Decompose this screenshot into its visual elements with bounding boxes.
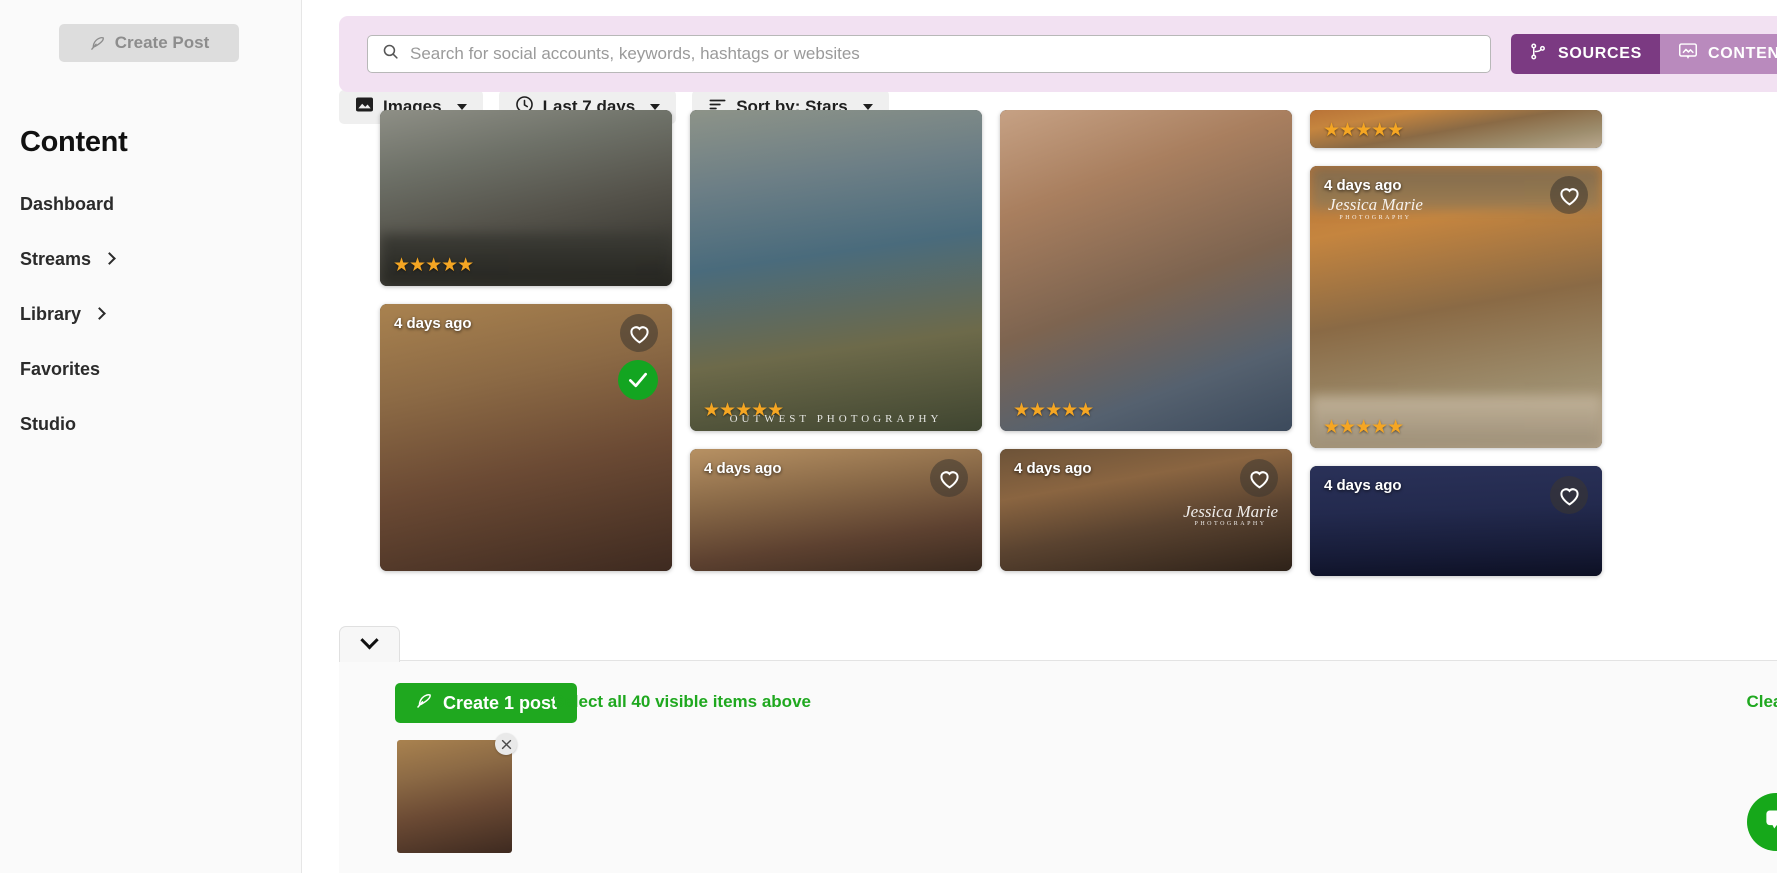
- search-header: SOURCES CONTENT: [339, 16, 1777, 92]
- create-post-label: Create Post: [114, 33, 210, 52]
- content-card[interactable]: 4 days ago Jessica Marie PHOTOGRAPHY: [1000, 449, 1292, 571]
- sidebar-item-label: Favorites: [20, 358, 101, 379]
- sidebar-item-dashboard[interactable]: Dashboard: [20, 190, 270, 218]
- selection-action-bar: Create 1 post Select all 40 visible item…: [339, 660, 1777, 873]
- grid-column: ★★★★★ 4 days ago: [380, 110, 672, 576]
- card-image: [1000, 110, 1292, 431]
- sidebar-item-favorites[interactable]: Favorites: [20, 355, 270, 383]
- tab-label: CONTENT: [1708, 45, 1777, 62]
- feather-icon: [415, 692, 433, 715]
- content-card[interactable]: 4 days ago: [1310, 466, 1602, 576]
- view-toggle-group: SOURCES CONTENT: [1511, 34, 1777, 74]
- chevron-right-icon: [103, 252, 116, 265]
- remove-selected-thumbnail-button[interactable]: [495, 733, 517, 755]
- page-title: Content: [20, 126, 128, 158]
- grid-column: ★★★★★ OUTWEST PHOTOGRAPHY 4 days ago: [690, 110, 982, 576]
- selected-thumbnail[interactable]: [397, 740, 512, 853]
- content-card-selected[interactable]: 4 days ago: [380, 304, 672, 571]
- grid-column: ★★★★★ 4 days ago Jessica Marie PHOTOGRAPH…: [1000, 110, 1292, 576]
- chat-support-button[interactable]: [1747, 793, 1777, 851]
- star-rating: ★★★★★: [1013, 400, 1094, 421]
- sidebar-nav: Dashboard Streams Library Favorites Stud…: [20, 190, 270, 465]
- create-post-submit-button[interactable]: Create 1 post: [395, 683, 578, 723]
- favorite-heart-icon[interactable]: [1550, 476, 1588, 514]
- star-rating: ★★★★★: [393, 255, 474, 276]
- app-root: Create Post Content Dashboard Streams Li…: [0, 0, 1777, 873]
- content-card[interactable]: 4 days ago Jessica Marie PHOTOGRAPHY ★★★★…: [1310, 166, 1602, 448]
- favorite-heart-icon[interactable]: [930, 459, 968, 497]
- search-icon: [382, 43, 399, 65]
- image-icon: [1678, 42, 1698, 66]
- tab-label: SOURCES: [1558, 45, 1643, 62]
- card-image: [690, 110, 982, 431]
- branch-icon: [1529, 42, 1548, 66]
- sidebar-item-label: Studio: [20, 413, 76, 434]
- card-date-badge: 4 days ago: [1324, 477, 1402, 494]
- content-card[interactable]: ★★★★★: [1000, 110, 1292, 431]
- content-grid: ★★★★★ 4 days ago ★★★★★ OUTWEST PHOTOGRAP…: [339, 110, 1777, 670]
- card-date-badge: 4 days ago: [704, 460, 782, 477]
- content-card[interactable]: ★★★★★: [1310, 110, 1602, 148]
- favorite-heart-icon[interactable]: [620, 314, 658, 352]
- card-date-badge: 4 days ago: [1014, 460, 1092, 477]
- card-watermark: Jessica Marie PHOTOGRAPHY: [1328, 195, 1423, 221]
- sidebar-item-streams[interactable]: Streams: [20, 245, 270, 273]
- search-box[interactable]: [367, 35, 1491, 73]
- grid-column: ★★★★★ 4 days ago Jessica Marie PHOTOGRAP…: [1310, 110, 1602, 576]
- sidebar-item-label: Streams: [20, 248, 92, 269]
- sidebar-item-studio[interactable]: Studio: [20, 410, 270, 438]
- sidebar: Create Post Content Dashboard Streams Li…: [0, 0, 302, 873]
- chat-icon: [1763, 806, 1777, 838]
- tab-content[interactable]: CONTENT: [1660, 34, 1777, 74]
- selected-check-icon[interactable]: [618, 360, 658, 400]
- main-content: Images Last 7 days Sort by: Stars ★★★★★ …: [302, 0, 1777, 873]
- sidebar-item-label: Library: [20, 303, 82, 324]
- sidebar-item-label: Dashboard: [20, 193, 115, 214]
- star-rating: ★★★★★: [1323, 417, 1404, 438]
- create-post-button[interactable]: Create Post: [59, 24, 239, 62]
- favorite-heart-icon[interactable]: [1240, 459, 1278, 497]
- star-rating: ★★★★★: [1323, 120, 1404, 141]
- create-post-submit-label: Create 1 post: [443, 692, 558, 713]
- card-date-badge: 4 days ago: [394, 315, 472, 332]
- card-date-badge: 4 days ago: [1324, 177, 1402, 194]
- feather-icon: [89, 35, 106, 52]
- content-card[interactable]: ★★★★★ OUTWEST PHOTOGRAPHY: [690, 110, 982, 431]
- content-card[interactable]: 4 days ago: [690, 449, 982, 571]
- sidebar-item-library[interactable]: Library: [20, 300, 270, 328]
- favorite-heart-icon[interactable]: [1550, 176, 1588, 214]
- star-rating: ★★★★★: [703, 400, 784, 421]
- scroll-down-button[interactable]: [339, 626, 400, 662]
- card-watermark: Jessica Marie PHOTOGRAPHY: [1183, 501, 1278, 528]
- content-card[interactable]: ★★★★★: [380, 110, 672, 286]
- search-input[interactable]: [410, 44, 1476, 64]
- clear-selection-link[interactable]: Clear: [1746, 692, 1777, 712]
- tab-sources[interactable]: SOURCES: [1511, 34, 1661, 74]
- select-all-link[interactable]: Select all 40 visible items above: [553, 692, 811, 712]
- chevron-down-icon: [360, 631, 379, 650]
- chevron-right-icon: [93, 307, 106, 320]
